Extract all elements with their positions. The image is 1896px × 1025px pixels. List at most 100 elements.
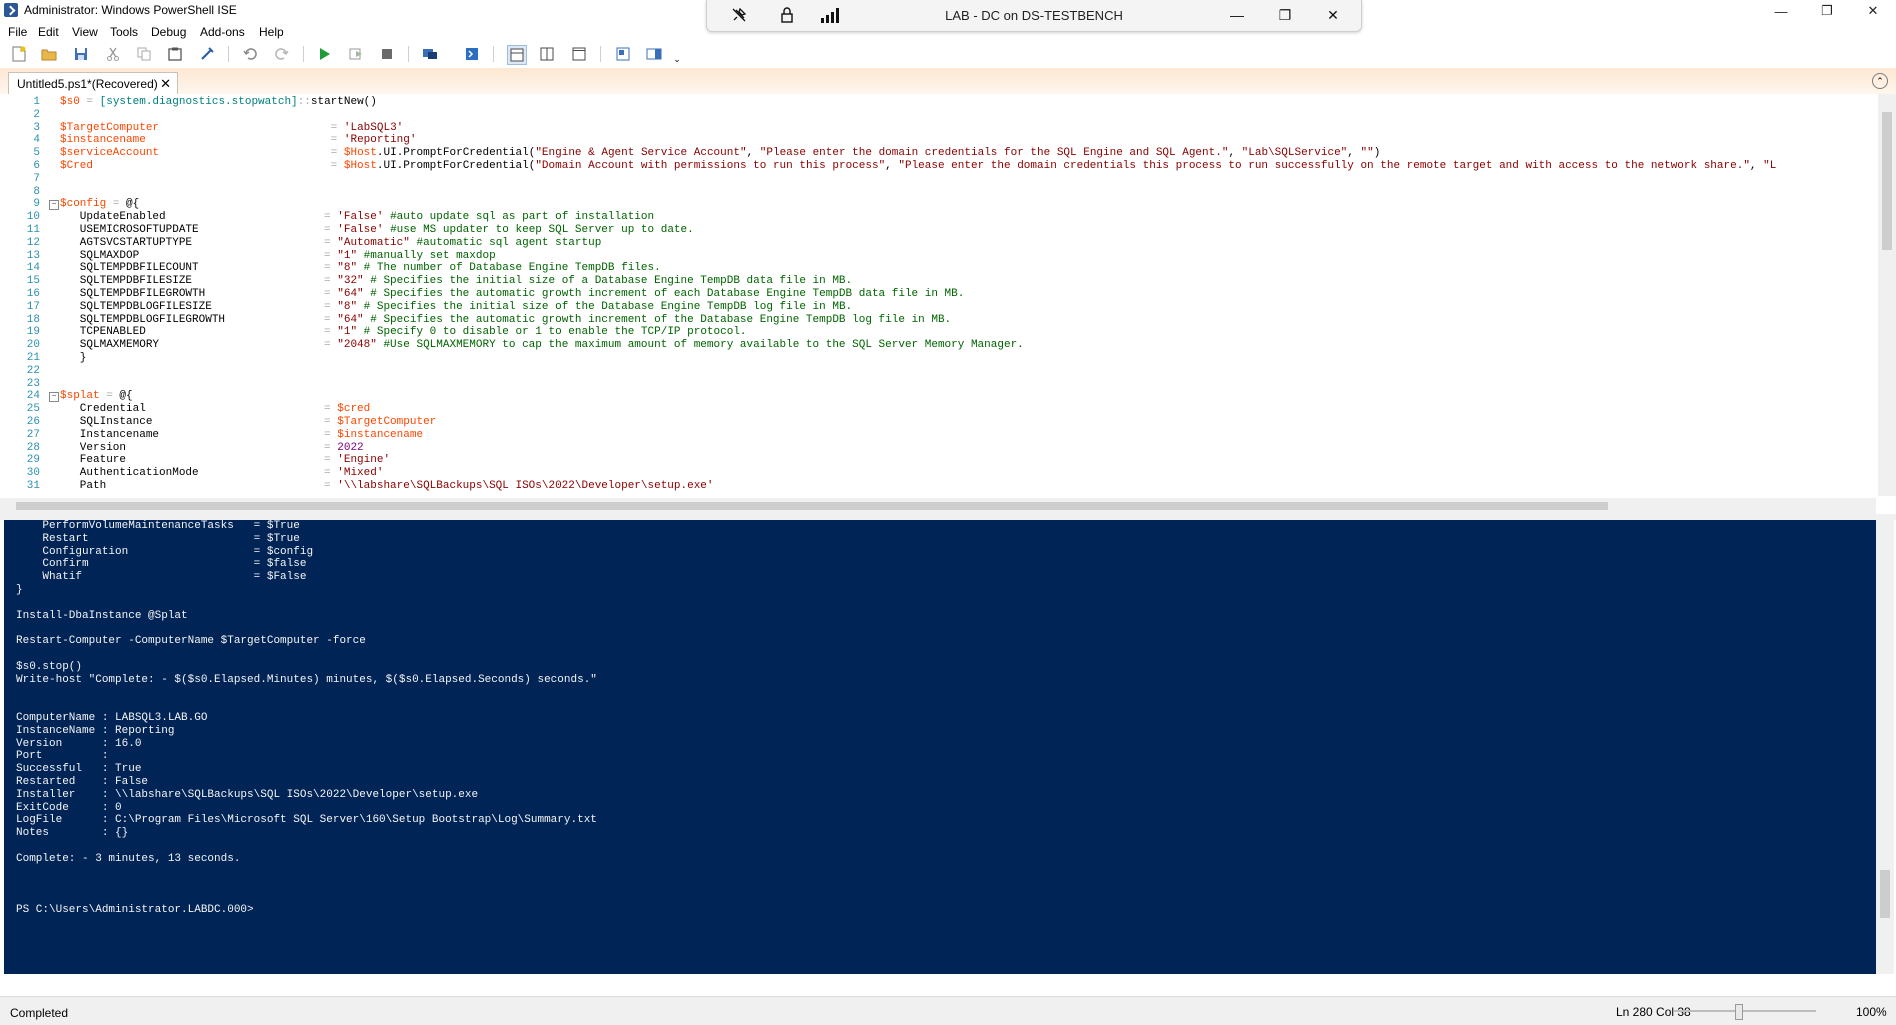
code-line[interactable]: 29 Feature = 'Engine' [0,454,1876,467]
script-editor[interactable]: 1 $s0 = [system.diagnostics.stopwatch]::s… [0,94,1896,498]
code-line[interactable]: 5 $serviceAccount = $Host.UI.PromptForCre… [0,147,1876,160]
code-token: , [1347,147,1361,160]
code-line[interactable]: 8 [0,186,1876,199]
zoom-slider[interactable] [1674,1010,1816,1012]
copy-icon[interactable] [135,45,153,63]
run-selection-icon[interactable] [347,45,365,63]
code-line[interactable]: 12 AGTSVCSTARTUPTYPE = "Automatic" #auto… [0,237,1876,250]
show-script-right-icon[interactable] [538,45,556,63]
zoom-slider-thumb[interactable] [1734,1004,1743,1020]
console-line: PerformVolumeMaintenanceTasks = $True [16,520,300,532]
code-line[interactable]: 6 $Cred = $Host.UI.PromptForCredential("D… [0,160,1876,173]
menu-help[interactable]: Help [259,25,284,39]
menu-add-ons[interactable]: Add-ons [200,25,245,39]
toolbar-overflow-icon[interactable]: ⌄ [668,50,686,68]
paste-icon[interactable] [166,45,184,63]
code-line[interactable]: 19 TCPENABLED = "1" # Specify 0 to disab… [0,326,1876,339]
console-line: Restarted : False [16,775,149,788]
editor-vertical-scrollbar[interactable] [1878,94,1896,496]
line-number: 8 [33,185,40,198]
code-token: 'Reporting' [343,134,417,147]
editor-horizontal-scrollbar[interactable] [0,498,1876,514]
code-line[interactable]: 13 SQLMAXDOP = "1" #manually set maxdop [0,250,1876,263]
code-line[interactable]: 24− $splat = @{ [0,390,1876,403]
rdp-restore-button[interactable]: ❐ [1273,4,1297,26]
minimize-button[interactable]: — [1758,0,1804,22]
show-script-maximized-icon[interactable] [570,45,588,63]
fold-toggle-icon[interactable]: − [49,392,59,403]
new-file-icon[interactable] [10,45,28,63]
code-line[interactable]: 14 SQLTEMPDBFILECOUNT = "8" # The number… [0,262,1876,275]
console-pane[interactable]: PerformVolumeMaintenanceTasks = $True Re… [4,520,1876,974]
code-line[interactable]: 18 SQLTEMPDBLOGFILEGROWTH = "64" # Speci… [0,314,1876,327]
code-line[interactable]: 31 Path = '\\labshare\SQLBackups\SQL ISO… [0,480,1876,493]
code-line[interactable]: 3 $TargetComputer = 'LabSQL3' [0,122,1876,135]
code-line[interactable]: 15 SQLTEMPDBFILESIZE = "32" # Specifies … [0,275,1876,288]
code-line[interactable]: 23 [0,378,1876,391]
code-line[interactable]: 1 $s0 = [system.diagnostics.stopwatch]::s… [0,96,1876,109]
line-number: 6 [33,159,40,172]
code-token: 'False' [337,223,384,236]
code-line[interactable]: 27 Instancename = $instancename [0,429,1876,442]
rdp-minimize-button[interactable]: — [1225,4,1249,26]
redo-icon[interactable] [273,45,291,63]
show-command-window-icon[interactable] [614,45,632,63]
save-icon[interactable] [72,45,90,63]
show-command-addon-icon[interactable] [645,45,663,63]
powershell-console-icon[interactable] [463,45,481,63]
code-token: = [324,441,338,454]
menu-debug[interactable]: Debug [151,25,186,39]
code-line[interactable]: 2 [0,109,1876,122]
undo-icon[interactable] [241,45,259,63]
menu-view[interactable]: View [72,25,98,39]
code-text: TCPENABLED = "1" # Specify 0 to disable … [60,326,747,339]
editor-scroll-thumb[interactable] [1882,112,1892,250]
fold-toggle-icon[interactable]: − [49,200,59,211]
restore-button[interactable]: ❐ [1804,0,1850,22]
code-line[interactable]: 10 UpdateEnabled = 'False' #auto update … [0,211,1876,224]
code-line[interactable]: 4 $instancename = 'Reporting' [0,134,1876,147]
console-scroll-thumb[interactable] [1880,870,1890,918]
collapse-script-pane-icon[interactable]: ⌃ [1872,73,1888,89]
unpin-icon[interactable] [727,4,751,26]
menu-file[interactable]: File [8,25,27,39]
tab-close-icon[interactable]: ✕ [160,76,171,92]
code-line[interactable]: 30 AuthenticationMode = 'Mixed' [0,467,1876,480]
stop-icon[interactable] [378,45,396,63]
code-line[interactable]: 20 SQLMAXMEMORY = "2048" #Use SQLMAXMEMO… [0,339,1876,352]
code-line[interactable]: 25 Credential = $cred [0,403,1876,416]
code-line[interactable]: 26 SQLInstance = $TargetComputer [0,416,1876,429]
code-line[interactable]: 22 [0,365,1876,378]
code-line[interactable]: 7 [0,173,1876,186]
console-line: Notes : {} [16,827,129,840]
code-line[interactable]: 17 SQLTEMPDBLOGFILESIZE = "8" # Specifie… [0,301,1876,314]
close-button[interactable]: ✕ [1850,0,1896,22]
code-line[interactable]: 11 USEMICROSOFTUPDATE = 'False' #use MS … [0,224,1876,237]
code-line[interactable]: 21 } [0,352,1876,365]
code-line[interactable]: 28 Version = 2022 [0,442,1876,455]
code-token: 'Engine' [337,454,391,467]
rdp-close-button[interactable]: ✕ [1321,4,1345,26]
cut-icon[interactable] [104,45,122,63]
code-line[interactable]: 16 SQLTEMPDBFILEGROWTH = "64" # Specifie… [0,288,1876,301]
show-script-top-icon[interactable] [507,45,527,65]
console-line: Configuration = $config [16,545,314,558]
menu-edit[interactable]: Edit [38,25,59,39]
code-area[interactable]: 1 $s0 = [system.diagnostics.stopwatch]::s… [0,96,1876,496]
open-folder-icon[interactable] [40,45,58,63]
remote-powershell-icon[interactable] [421,45,439,63]
code-text: $splat = @{ [60,390,133,403]
console-vertical-scrollbar[interactable] [1876,520,1894,974]
editor-hscroll-thumb[interactable] [16,502,1608,510]
console-line: Port : [16,750,109,763]
line-number: 28 [26,441,40,454]
clear-icon[interactable] [198,45,216,63]
code-line[interactable]: 9− $config = @{ [0,198,1876,211]
menu-tools[interactable]: Tools [110,25,138,39]
code-token: # Specifies the initial size of a Databa… [363,275,853,288]
tab-untitled5[interactable]: Untitled5.ps1*(Recovered) ✕ [8,72,178,95]
code-token: SQLTEMPDBFILEGROWTH [60,287,325,300]
lock-icon[interactable] [775,4,799,26]
run-script-icon[interactable] [315,45,333,63]
